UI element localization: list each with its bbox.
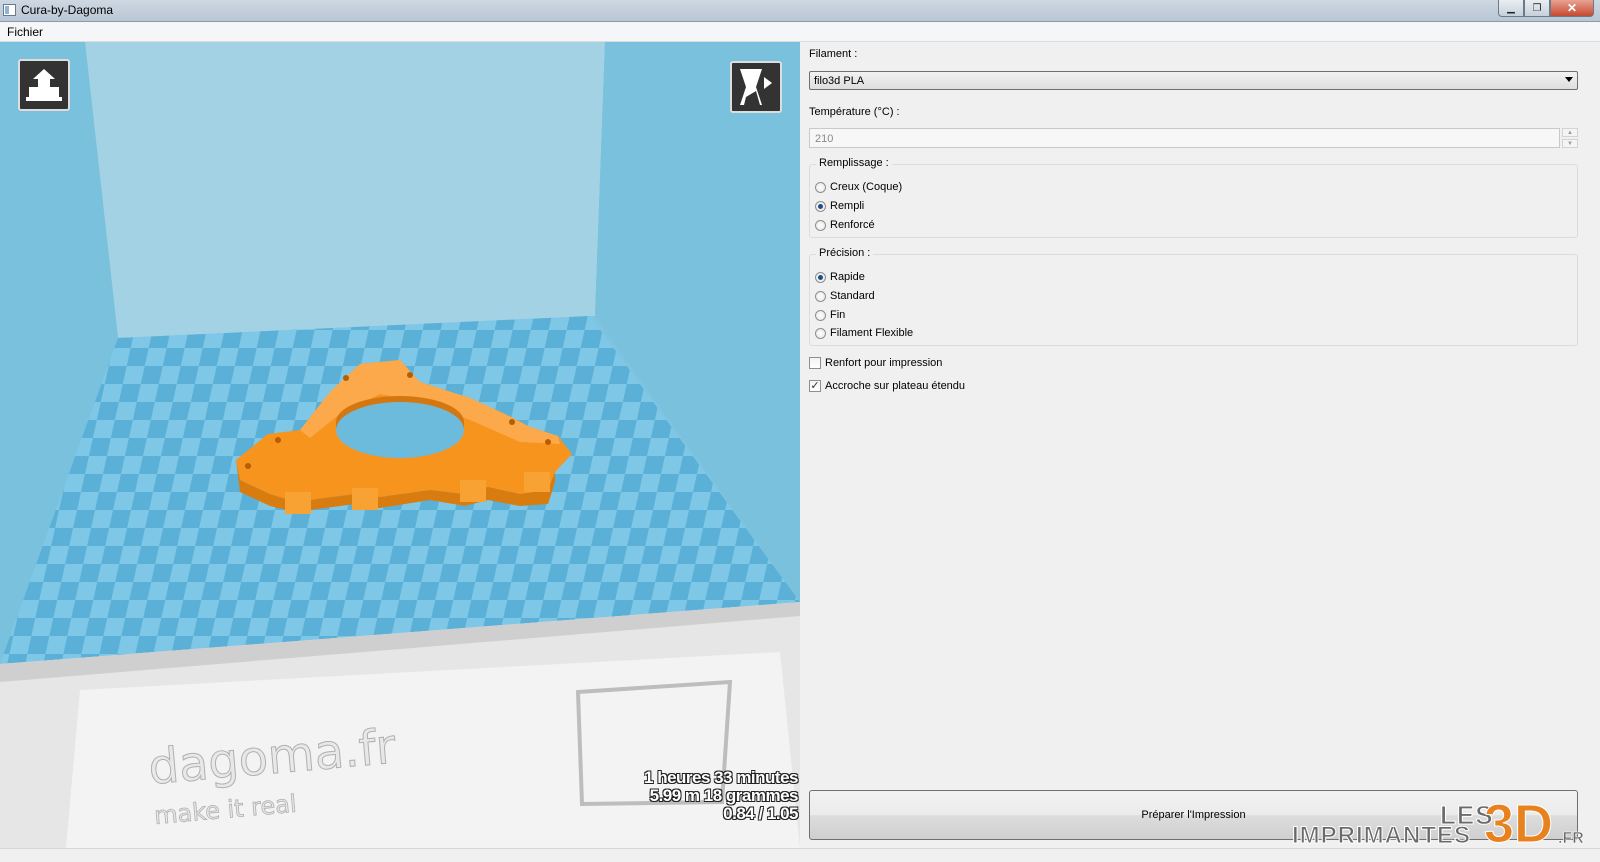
support-label: Renfort pour impression [825, 357, 943, 369]
filament-select[interactable]: filo3d PLA [809, 71, 1578, 90]
settings-panel: Filament : filo3d PLA Température (°C) :… [800, 42, 1600, 848]
scene-render: dagoma.fr make it real [0, 42, 800, 848]
3d-viewport[interactable]: dagoma.fr make it real 1 heures 33 minut… [0, 42, 800, 848]
print-time: 1 heures 33 minutes [644, 768, 798, 787]
precision-option-rapide[interactable]: Rapide [815, 269, 865, 285]
infill-option-label: Rempli [830, 200, 865, 212]
precision-option-label: Rapide [830, 271, 865, 283]
radio-button[interactable] [815, 219, 826, 231]
print-cost: 0.84 / 1.05 [723, 804, 798, 823]
close-button[interactable]: ✕ [1550, 0, 1594, 17]
temperature-value: 210 [815, 133, 834, 145]
infill-option-label: Creux (Coque) [830, 181, 903, 193]
temperature-label: Température (°C) : [809, 106, 900, 118]
minimize-button[interactable]: ▁ [1498, 0, 1524, 17]
precision-option-fin[interactable]: Fin [815, 307, 845, 323]
filament-value: filo3d PLA [814, 75, 865, 87]
status-strip [0, 848, 1600, 862]
radio-button[interactable] [815, 290, 826, 302]
window-controls: ▁ ❐ ✕ [1498, 0, 1594, 19]
precision-option-flexible[interactable]: Filament Flexible [815, 325, 913, 341]
print-estimate: 1 heures 33 minutes 5.99 m 18 grammes 0.… [644, 769, 798, 823]
precision-group: Précision : Rapide Standard Fin Filament… [809, 247, 1578, 346]
brim-label: Accroche sur plateau étendu [825, 380, 966, 392]
watermark-imprimantes: IMPRIMANTES [1292, 822, 1471, 850]
support-option[interactable]: Renfort pour impression [809, 355, 942, 371]
watermark-3d: 3D [1483, 794, 1554, 854]
radio-button-selected[interactable] [815, 271, 826, 283]
view-mode-button[interactable] [730, 61, 782, 113]
radio-button[interactable] [815, 309, 826, 321]
brim-option[interactable]: ✓ Accroche sur plateau étendu [809, 378, 965, 394]
precision-title: Précision : [816, 247, 874, 259]
maximize-button[interactable]: ❐ [1524, 0, 1550, 17]
app-icon [3, 4, 16, 16]
precision-option-standard[interactable]: Standard [815, 288, 875, 304]
support-checkbox[interactable] [809, 357, 821, 369]
prepare-print-label: Préparer l'Impression [1141, 809, 1246, 821]
back-wall [85, 42, 605, 338]
infill-option-renforce[interactable]: Renforcé [815, 217, 875, 233]
filament-label: Filament : [809, 48, 858, 60]
infill-option-label: Renforcé [830, 219, 875, 231]
temperature-input[interactable]: 210 [809, 128, 1560, 148]
view-mode-icon [740, 69, 772, 105]
infill-option-rempli[interactable]: Rempli [815, 198, 864, 214]
temperature-stepper: ▲ ▼ [1562, 128, 1578, 148]
precision-option-label: Filament Flexible [830, 327, 914, 339]
watermark-fr: .FR [1558, 830, 1584, 848]
radio-button-selected[interactable] [815, 200, 826, 212]
window-title: Cura-by-Dagoma [21, 3, 114, 17]
spin-down-button[interactable]: ▼ [1562, 139, 1578, 148]
chevron-down-icon [1565, 77, 1573, 82]
infill-group: Remplissage : Creux (Coque) Rempli Renfo… [809, 157, 1578, 238]
menu-bar: Fichier [0, 22, 1600, 42]
spin-up-button[interactable]: ▲ [1562, 128, 1578, 137]
load-model-button[interactable] [18, 59, 70, 111]
brim-checkbox[interactable]: ✓ [809, 380, 821, 392]
infill-title: Remplissage : [816, 157, 892, 169]
precision-option-label: Standard [830, 290, 875, 302]
load-model-icon [26, 69, 62, 101]
menu-file[interactable]: Fichier [7, 25, 43, 39]
radio-button[interactable] [815, 327, 826, 339]
infill-option-creux[interactable]: Creux (Coque) [815, 179, 902, 195]
radio-button[interactable] [815, 181, 826, 193]
filament-usage: 5.99 m 18 grammes [649, 786, 799, 805]
title-bar: Cura-by-Dagoma ▁ ❐ ✕ [0, 0, 1600, 22]
precision-option-label: Fin [830, 309, 846, 321]
